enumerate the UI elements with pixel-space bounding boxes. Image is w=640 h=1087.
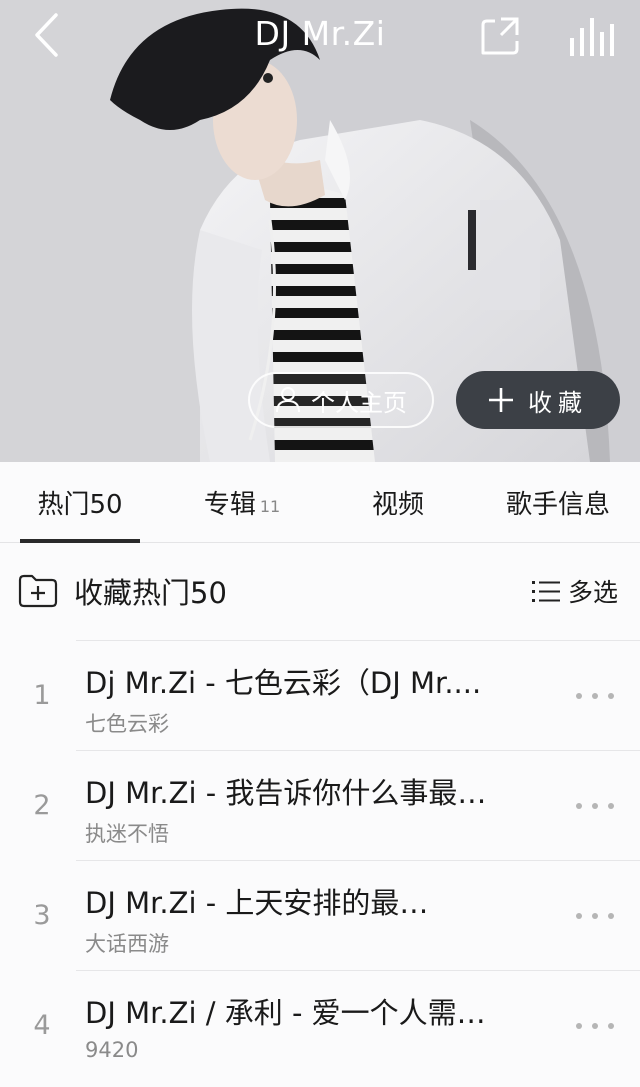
tab-videos[interactable]: 视频: [338, 462, 458, 542]
row-divider: [76, 970, 640, 971]
chevron-left-icon: [35, 13, 58, 57]
tab-bar: 热门50 专辑 11 视频 歌手信息: [0, 462, 640, 543]
collect-hot50-button[interactable]: 收藏热门50: [18, 571, 227, 611]
album-count: 11: [259, 496, 281, 516]
more-icon: [576, 913, 614, 919]
song-album: 9420: [85, 1038, 139, 1062]
song-album: 大话西游: [85, 932, 169, 956]
song-row[interactable]: 3 DJ Mr.Zi - 上天安排的最… 大话西游: [0, 860, 640, 970]
folder-plus-icon: [18, 574, 58, 608]
song-index: 2: [33, 789, 51, 821]
song-title: Dj Mr.Zi - 七色云彩（DJ Mr....: [85, 666, 482, 700]
song-index: 4: [33, 1009, 51, 1041]
row-divider: [76, 860, 640, 861]
song-row[interactable]: 4 DJ Mr.Zi / 承利 - 爱一个人需… 9420: [0, 970, 640, 1080]
more-button[interactable]: [570, 898, 620, 934]
song-album: 执迷不悟: [85, 822, 169, 846]
tab-label: 歌手信息: [505, 489, 610, 520]
song-title: DJ Mr.Zi - 我告诉你什么事最…: [85, 776, 487, 810]
equalizer-icon: [570, 18, 614, 56]
profile-button[interactable]: 个人主页: [248, 372, 434, 428]
favorite-button[interactable]: 收藏: [456, 371, 620, 429]
song-index: 3: [33, 899, 51, 931]
row-divider: [76, 750, 640, 751]
share-button[interactable]: [476, 12, 524, 60]
more-button[interactable]: [570, 1008, 620, 1044]
tab-label: 热门50: [37, 489, 123, 520]
plus-icon: [489, 388, 513, 412]
tab-albums[interactable]: 专辑 11: [182, 462, 302, 542]
multi-select-label: 多选: [567, 578, 618, 607]
song-row[interactable]: 2 DJ Mr.Zi - 我告诉你什么事最… 执迷不悟: [0, 750, 640, 860]
tab-label: 视频: [371, 489, 424, 520]
collect-label: 收藏热门50: [74, 576, 227, 610]
profile-label: 个人主页: [311, 388, 407, 417]
more-button[interactable]: [570, 678, 620, 714]
song-album: 七色云彩: [85, 712, 169, 736]
favorite-label: 收藏: [528, 388, 588, 417]
song-index: 1: [33, 679, 51, 711]
artist-page: DJ Mr.Zi 个人主页 收藏 热门50 专辑 11 视频 歌手信息 收藏热门…: [0, 0, 640, 1087]
tab-label: 专辑: [203, 489, 256, 520]
page-title: DJ Mr.Zi: [254, 14, 386, 53]
equalizer-button[interactable]: [566, 12, 618, 60]
song-title: DJ Mr.Zi - 上天安排的最…: [85, 886, 429, 920]
artist-cover: DJ Mr.Zi 个人主页 收藏: [0, 0, 640, 462]
row-divider: [76, 640, 640, 641]
top-bar: DJ Mr.Zi: [0, 0, 640, 76]
more-icon: [576, 693, 614, 699]
tab-hot50[interactable]: 热门50: [20, 462, 140, 542]
song-title: DJ Mr.Zi / 承利 - 爱一个人需…: [85, 996, 486, 1030]
more-icon: [576, 1023, 614, 1029]
tab-artist-info[interactable]: 歌手信息: [492, 462, 624, 542]
back-button[interactable]: [22, 10, 72, 60]
page-title-wrap: DJ Mr.Zi: [0, 14, 640, 53]
more-icon: [576, 803, 614, 809]
person-icon: [276, 387, 300, 413]
share-icon: [481, 17, 519, 55]
multi-select-button[interactable]: 多选: [531, 571, 618, 611]
song-row[interactable]: 1 Dj Mr.Zi - 七色云彩（DJ Mr.... 七色云彩: [0, 640, 640, 750]
more-button[interactable]: [570, 788, 620, 824]
list-toolbar: 收藏热门50 多选: [0, 543, 640, 640]
list-icon: [531, 581, 560, 602]
